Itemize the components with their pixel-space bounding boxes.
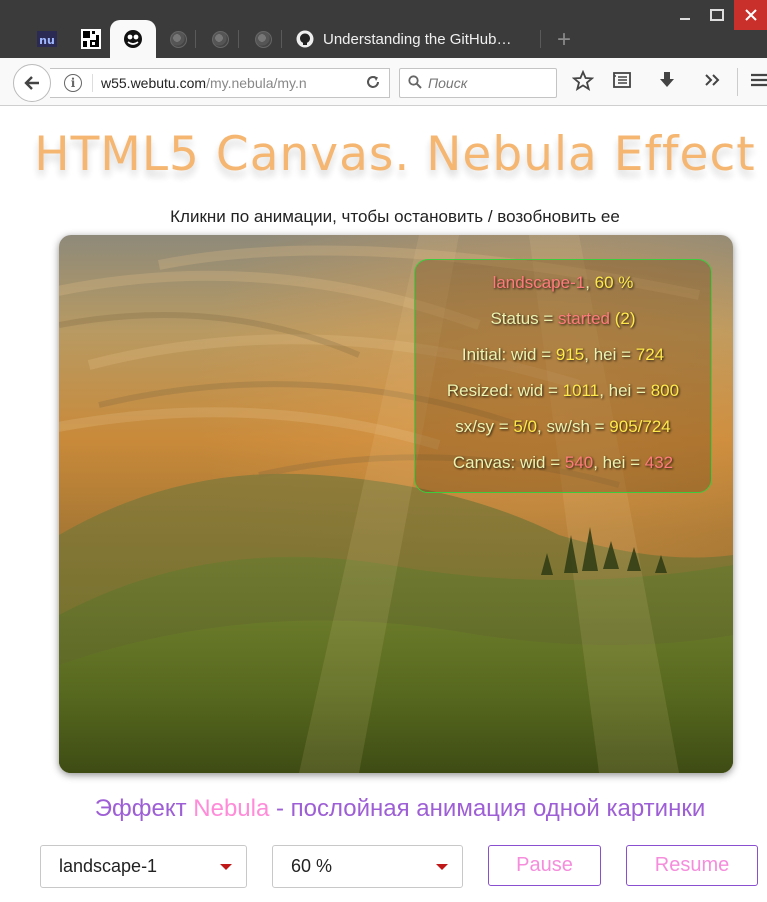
hamburger-menu-icon[interactable] xyxy=(745,70,767,96)
navigation-bar: i w55.webutu.com/my.nebula/my.n Поиск xyxy=(0,58,767,106)
info-initial-line: Initial: wid = 915, hei = 724 xyxy=(415,345,711,365)
svg-text:nu: nu xyxy=(39,34,55,47)
info-canvas-hei-label: , hei = xyxy=(593,453,645,472)
info-percent: 60 % xyxy=(594,273,634,292)
maximize-icon xyxy=(710,9,724,21)
info-image-line: landscape-1, 60 % xyxy=(492,273,634,292)
info-resized-hei: 800 xyxy=(650,381,680,400)
image-select[interactable]: landscape-1 xyxy=(40,845,247,888)
maximize-button[interactable] xyxy=(702,0,732,30)
overflow-chevron-icon[interactable] xyxy=(699,70,725,96)
info-swsh-label: , sw/sh = xyxy=(537,417,610,436)
info-resized-hei-label: , hei = xyxy=(599,381,651,400)
click-hint: Кликни по анимации, чтобы остановить / в… xyxy=(170,207,620,226)
info-image-name: landscape-1 xyxy=(492,273,586,292)
percent-select[interactable]: 60 % xyxy=(272,845,463,888)
subtitle-prefix: Эффект xyxy=(94,795,194,822)
pause-button[interactable]: Pause xyxy=(488,845,601,886)
tab-title-github: Understanding the GitHub… xyxy=(323,30,512,48)
globe-icon xyxy=(253,29,273,49)
globe-icon xyxy=(210,29,230,49)
info-status-line: Status = started (2) xyxy=(415,309,711,329)
info-canvas-hei: 432 xyxy=(644,453,674,472)
url-divider xyxy=(92,74,93,92)
download-icon[interactable] xyxy=(654,70,680,96)
new-tab-button[interactable]: + xyxy=(557,28,571,52)
subtitle-suffix: - послойная анимация одной картинки xyxy=(269,795,706,822)
info-status-value: started xyxy=(558,309,611,328)
resume-button[interactable]: Resume xyxy=(626,845,758,886)
info-sxsy: 5/0 xyxy=(513,417,537,436)
percent-select-value: 60 % xyxy=(291,856,333,876)
nebula-face-icon xyxy=(123,29,143,49)
info-canvas-line: Canvas: wid = 540, hei = 432 xyxy=(415,453,711,473)
info-resized-label: Resized: wid = xyxy=(446,381,563,400)
reading-list-icon[interactable] xyxy=(609,70,635,96)
info-initial-hei-label: , hei = xyxy=(584,345,636,364)
close-icon xyxy=(744,9,757,21)
search-input[interactable]: Поиск xyxy=(399,68,557,98)
info-status-count: (2) xyxy=(614,309,636,328)
subtitle-highlight: Nebula xyxy=(193,795,270,822)
info-initial-label: Initial: wid = xyxy=(461,345,556,364)
info-initial-wid: 915 xyxy=(555,345,585,364)
effect-subtitle: Эффект Nebula - послойная анимация одной… xyxy=(0,795,767,823)
page-content: HTML5 Canvas. Nebula Effect Кликни по ан… xyxy=(0,107,767,902)
info-canvas-wid: 540 xyxy=(564,453,594,472)
minimize-button[interactable] xyxy=(666,0,704,30)
nu-logo-icon: nu xyxy=(37,29,57,49)
tab-globe-1[interactable] xyxy=(160,20,196,58)
minimize-icon xyxy=(680,18,690,20)
tab-github[interactable]: Understanding the GitHub… xyxy=(289,20,541,58)
search-icon xyxy=(408,74,422,92)
tab-globe-2[interactable] xyxy=(201,20,239,58)
address-bar[interactable]: i w55.webutu.com/my.nebula/my.n xyxy=(50,68,390,98)
page-title: HTML5 Canvas. Nebula Effect xyxy=(34,127,756,182)
info-source-line: sx/sy = 5/0, sw/sh = 905/724 xyxy=(415,417,711,437)
info-overlay: landscape-1, 60 % Status = started (2) I… xyxy=(414,259,712,493)
close-window-button[interactable] xyxy=(734,0,767,30)
qr-icon xyxy=(81,29,101,49)
reload-icon[interactable] xyxy=(365,74,381,95)
url-domain: w55.webutu.com xyxy=(101,75,207,91)
info-canvas-label: Canvas: wid = xyxy=(452,453,565,472)
github-icon xyxy=(295,29,315,49)
toolbar-divider xyxy=(737,68,738,96)
bookmark-star-icon[interactable] xyxy=(570,69,596,98)
arrow-left-icon xyxy=(24,76,39,90)
info-resized-line: Resized: wid = 1011, hei = 800 xyxy=(415,381,711,401)
search-placeholder: Поиск xyxy=(428,75,468,91)
info-swsh: 905/724 xyxy=(609,417,671,436)
globe-icon xyxy=(168,29,188,49)
site-info-icon[interactable]: i xyxy=(64,74,82,92)
dropdown-caret-icon xyxy=(220,864,232,870)
back-button[interactable] xyxy=(13,64,51,102)
browser-tab-bar: nu Understanding the GitHub… + xyxy=(0,0,767,58)
url-text[interactable]: w55.webutu.com/my.nebula/my.n xyxy=(101,75,323,91)
tab-nebula-active[interactable] xyxy=(110,20,156,58)
url-path: /my.nebula/my.n xyxy=(206,75,307,91)
image-select-value: landscape-1 xyxy=(59,856,158,876)
info-status-label: Status = xyxy=(490,309,559,328)
dropdown-caret-icon xyxy=(436,864,448,870)
tab-globe-3[interactable] xyxy=(244,20,282,58)
info-initial-hei: 724 xyxy=(635,345,665,364)
info-sxsy-label: sx/sy = xyxy=(455,417,514,436)
tab-qr[interactable] xyxy=(72,20,110,58)
info-resized-wid: 1011 xyxy=(562,381,600,400)
tab-nu[interactable]: nu xyxy=(30,20,64,58)
